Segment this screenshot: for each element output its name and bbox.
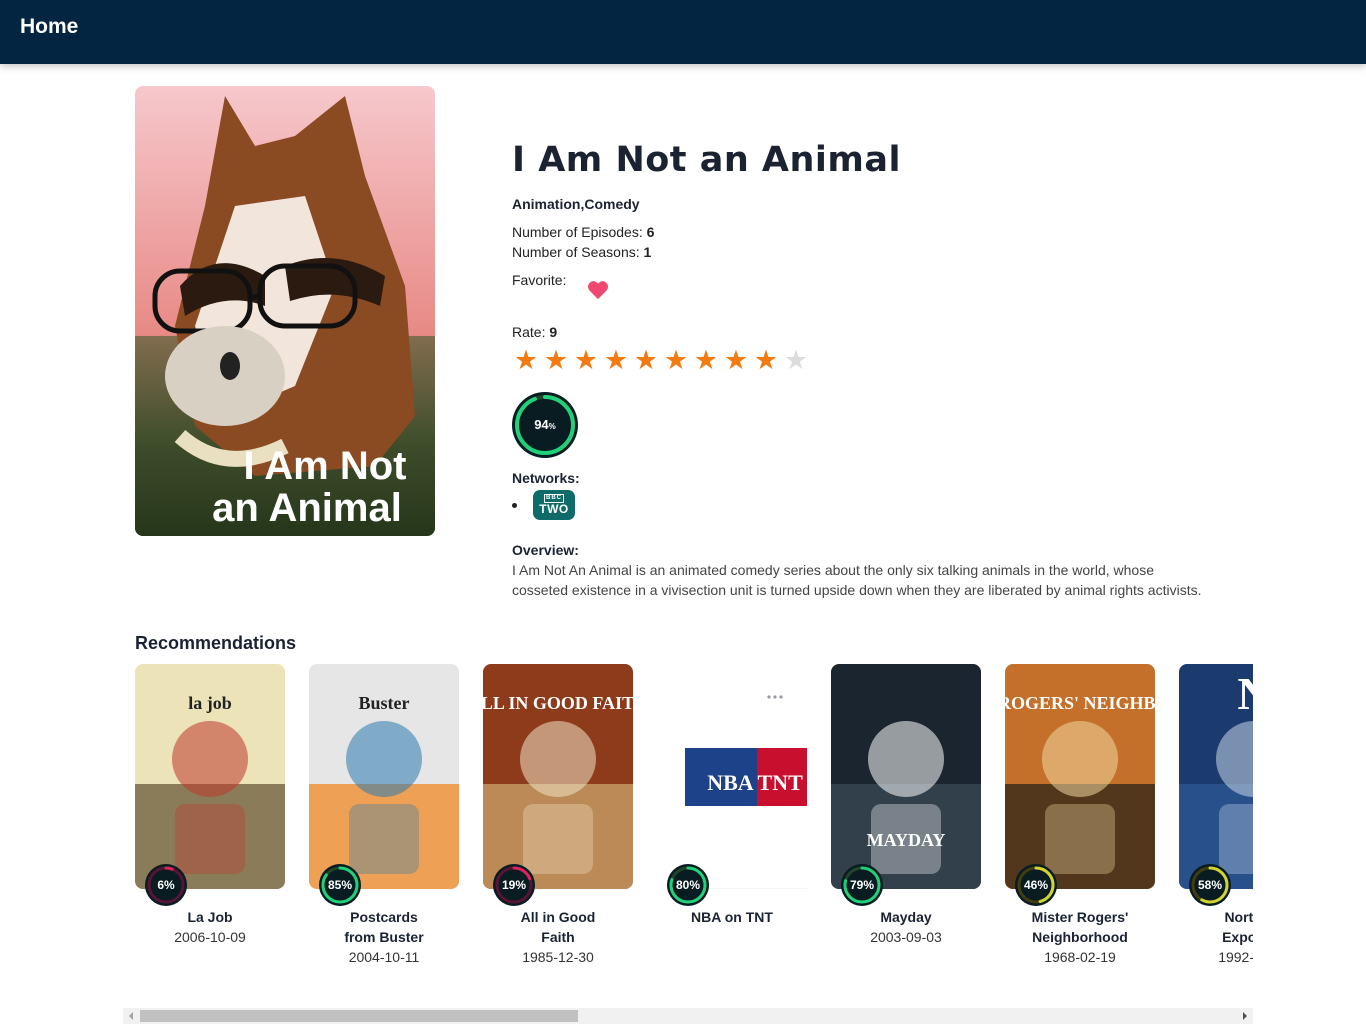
seasons-label: Number of Seasons:: [512, 244, 640, 260]
star-rating[interactable]: ★ ★ ★ ★ ★ ★ ★ ★ ★ ★: [512, 346, 1232, 374]
favorite-label: Favorite:: [512, 272, 567, 288]
home-link[interactable]: Home: [20, 15, 78, 39]
seasons-value: 1: [643, 244, 652, 260]
recommendation-title[interactable]: All in Good Faith: [483, 907, 633, 947]
recommendation-poster-text: N: [1237, 668, 1253, 719]
recommendation-poster[interactable]: MISTER ROGERS' NEIGHBORHOOD: [1005, 664, 1155, 889]
recommendation-poster-text: MISTER ROGERS' NEIGHBORHOOD: [1005, 693, 1155, 713]
recommendation-card[interactable]: la job 6% La Job 2006-10-09: [135, 664, 285, 967]
recommendation-date: 2004-10-11: [348, 949, 420, 965]
heart-icon[interactable]: [586, 280, 610, 300]
recommendation-title[interactable]: NBA on TNT: [657, 907, 807, 927]
poster-title-line1: I Am Not: [244, 444, 407, 488]
scrollbar-thumb[interactable]: [140, 1010, 578, 1022]
recommendation-poster[interactable]: N: [1179, 664, 1253, 889]
recommendation-card[interactable]: MISTER ROGERS' NEIGHBORHOOD 46% Mister R…: [1005, 664, 1155, 967]
recommendation-title[interactable]: Mayday: [831, 907, 981, 927]
rate-label: Rate:: [512, 324, 546, 340]
star-icon[interactable]: ★: [632, 346, 660, 374]
recommendation-score: 58%: [1189, 864, 1231, 906]
star-icon[interactable]: ★: [602, 346, 630, 374]
user-score-text: 94%: [534, 417, 556, 432]
recommendation-score-text: 79%: [849, 878, 875, 892]
recommendation-score: 46%: [1015, 864, 1057, 906]
recommendation-card[interactable]: ALL IN GOOD FAITH 19% All in Good Faith …: [483, 664, 633, 967]
horizontal-scrollbar[interactable]: [123, 1008, 1253, 1024]
recommendation-poster-text: MAYDAY: [867, 830, 946, 850]
recommendation-title[interactable]: La Job: [135, 907, 285, 927]
recommendation-score: 6%: [145, 864, 187, 906]
user-score: 94%: [512, 392, 578, 458]
star-icon[interactable]: ★: [752, 346, 780, 374]
recommendation-score: 79%: [841, 864, 883, 906]
star-icon[interactable]: ★: [512, 346, 540, 374]
star-icon[interactable]: ★: [542, 346, 570, 374]
scroll-right-arrow-icon[interactable]: [1243, 1012, 1247, 1020]
list-bullet: [512, 502, 517, 508]
recommendation-card[interactable]: MAYDAY 79% Mayday 2003-09-03: [831, 664, 981, 967]
recommendation-poster-text: NBA TNT: [707, 770, 803, 795]
episodes-label: Number of Episodes:: [512, 224, 643, 240]
scroll-left-arrow-icon[interactable]: [129, 1012, 133, 1020]
recommendation-score: 85%: [319, 864, 361, 906]
recommendation-poster[interactable]: ALL IN GOOD FAITH: [483, 664, 633, 889]
networks-label: Networks:: [512, 470, 580, 486]
recommendation-date: 1968-02-19: [1044, 949, 1116, 965]
recommendation-date: 1985-12-30: [522, 949, 594, 965]
recommendation-poster[interactable]: NBA TNT: [657, 664, 807, 889]
show-details: I Am Not an Animal Animation,Comedy Numb…: [512, 140, 1232, 600]
rate-row: Rate: 9: [512, 324, 1232, 340]
recommendation-card[interactable]: Buster 85% Postcards from Buster 2004-10…: [309, 664, 459, 967]
star-icon[interactable]: ★: [662, 346, 690, 374]
recommendation-score: 80%: [667, 864, 709, 906]
recommendation-date: 2006-10-09: [174, 929, 246, 945]
recommendation-title[interactable]: Mister Rogers' Neighborhood: [1005, 907, 1155, 947]
recommendation-score-text: 6%: [157, 878, 175, 892]
show-genres: Animation,Comedy: [512, 196, 640, 212]
star-icon[interactable]: ★: [572, 346, 600, 374]
recommendation-date: 1992-07-12: [1218, 949, 1253, 965]
poster-title-line2: an Animal: [212, 486, 402, 530]
recommendation-title[interactable]: Northern Exposure: [1179, 907, 1253, 947]
episodes-value: 6: [646, 224, 655, 240]
show-title: I Am Not an Animal: [512, 140, 902, 180]
overview-label: Overview:: [512, 542, 579, 558]
recommendations-scroller[interactable]: la job 6% La Job 2006-10-09 Buster 85% P…: [135, 664, 1253, 1004]
rate-value: 9: [549, 324, 558, 340]
recommendation-poster-text: la job: [188, 693, 232, 713]
recommendation-score-text: 80%: [675, 878, 701, 892]
recommendation-poster[interactable]: Buster: [309, 664, 459, 889]
star-icon[interactable]: ★: [722, 346, 750, 374]
episodes-count: Number of Episodes: 6: [512, 222, 1232, 242]
top-navbar: Home: [0, 0, 1366, 64]
recommendation-score: 19%: [493, 864, 535, 906]
recommendation-poster[interactable]: MAYDAY: [831, 664, 981, 889]
recommendation-poster[interactable]: la job: [135, 664, 285, 889]
star-icon[interactable]: ★: [782, 346, 810, 374]
recommendation-poster-text: Buster: [359, 693, 410, 713]
recommendation-score-text: 19%: [501, 878, 527, 892]
recommendation-score-text: 46%: [1023, 878, 1049, 892]
recommendation-date: 2003-09-03: [870, 929, 942, 945]
recommendation-score-text: 58%: [1197, 878, 1223, 892]
recommendation-card[interactable]: NBA TNT 80% NBA on TNT: [657, 664, 807, 967]
recommendation-score-text: 85%: [327, 878, 353, 892]
star-icon[interactable]: ★: [692, 346, 720, 374]
seasons-count: Number of Seasons: 1: [512, 242, 1232, 262]
favorite-row: Favorite:: [512, 272, 1232, 312]
network-item: BBC TWO: [512, 490, 1232, 520]
overview-text: I Am Not An Animal is an animated comedy…: [512, 562, 1202, 598]
recommendation-title[interactable]: Postcards from Buster: [309, 907, 459, 947]
recommendation-card[interactable]: N 58% Northern Exposure 1992-07-12: [1179, 664, 1253, 967]
recommendation-poster-text: ALL IN GOOD FAITH: [483, 693, 633, 713]
recommendations-title: Recommendations: [135, 633, 297, 653]
show-poster: I Am Not an Animal: [135, 86, 435, 536]
bbc-two-logo[interactable]: BBC TWO: [533, 490, 575, 520]
